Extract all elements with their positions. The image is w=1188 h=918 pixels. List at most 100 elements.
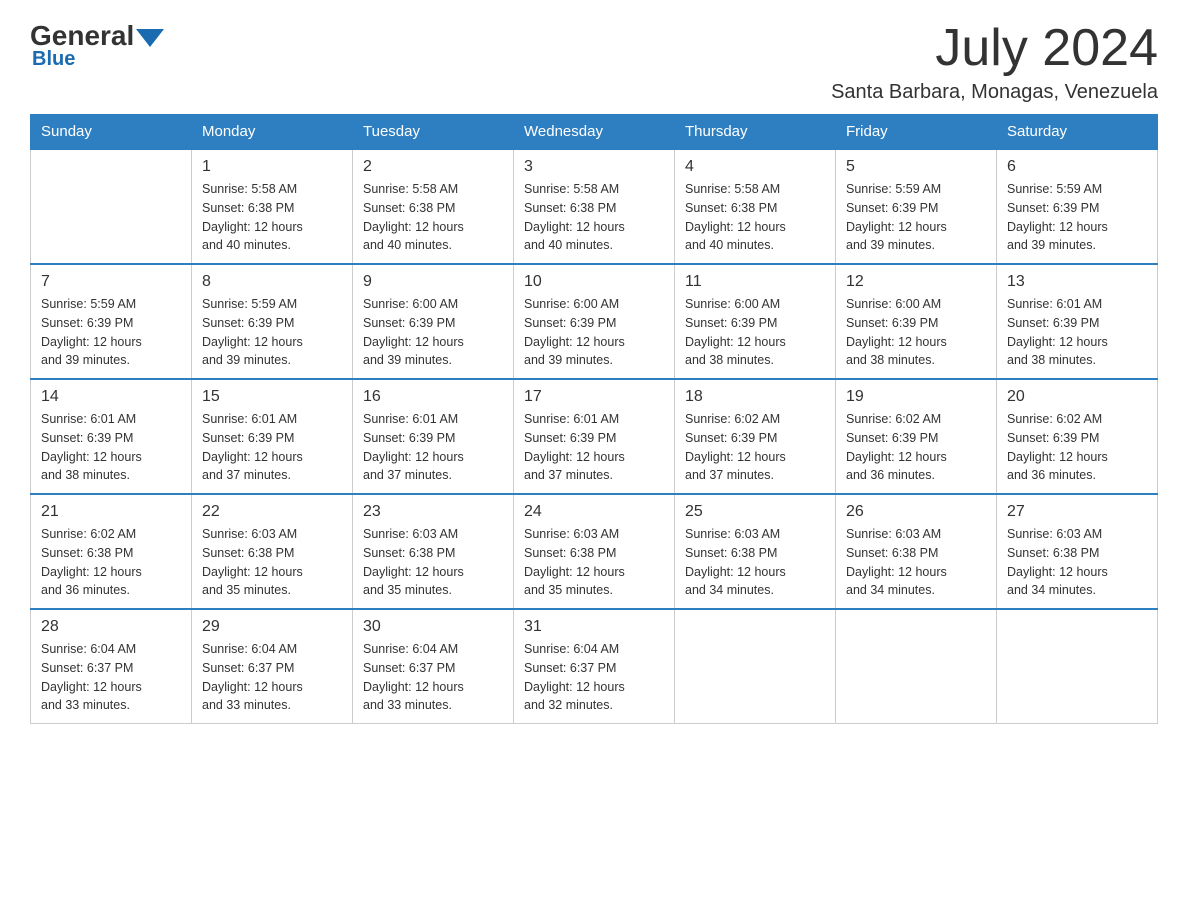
- calendar-cell-w4-d6: 27 Sunrise: 6:03 AMSunset: 6:38 PMDayligh…: [997, 494, 1158, 609]
- day-number: 20: [1007, 388, 1147, 406]
- day-number: 13: [1007, 273, 1147, 291]
- day-info: Sunrise: 6:00 AMSunset: 6:39 PMDaylight:…: [685, 295, 825, 370]
- logo: General Blue: [30, 20, 164, 71]
- day-info: Sunrise: 6:03 AMSunset: 6:38 PMDaylight:…: [1007, 525, 1147, 600]
- day-info: Sunrise: 6:01 AMSunset: 6:39 PMDaylight:…: [363, 410, 503, 485]
- calendar-cell-w3-d2: 16 Sunrise: 6:01 AMSunset: 6:39 PMDayligh…: [353, 379, 514, 494]
- day-info: Sunrise: 6:03 AMSunset: 6:38 PMDaylight:…: [846, 525, 986, 600]
- calendar-cell-w2-d4: 11 Sunrise: 6:00 AMSunset: 6:39 PMDayligh…: [675, 264, 836, 379]
- day-number: 5: [846, 158, 986, 176]
- day-info: Sunrise: 5:59 AMSunset: 6:39 PMDaylight:…: [846, 180, 986, 255]
- day-info: Sunrise: 6:02 AMSunset: 6:39 PMDaylight:…: [1007, 410, 1147, 485]
- day-number: 9: [363, 273, 503, 291]
- day-number: 17: [524, 388, 664, 406]
- day-info: Sunrise: 6:01 AMSunset: 6:39 PMDaylight:…: [41, 410, 181, 485]
- day-number: 24: [524, 503, 664, 521]
- day-info: Sunrise: 6:02 AMSunset: 6:39 PMDaylight:…: [846, 410, 986, 485]
- day-number: 2: [363, 158, 503, 176]
- calendar-cell-w4-d2: 23 Sunrise: 6:03 AMSunset: 6:38 PMDayligh…: [353, 494, 514, 609]
- day-number: 11: [685, 273, 825, 291]
- day-number: 12: [846, 273, 986, 291]
- week-row-2: 7 Sunrise: 5:59 AMSunset: 6:39 PMDaylight…: [31, 264, 1158, 379]
- day-info: Sunrise: 6:04 AMSunset: 6:37 PMDaylight:…: [363, 640, 503, 715]
- calendar-cell-w5-d3: 31Sunrise: 6:04 AMSunset: 6:37 PMDayligh…: [514, 609, 675, 724]
- day-number: 7: [41, 273, 181, 291]
- day-number: 27: [1007, 503, 1147, 521]
- day-info: Sunrise: 6:04 AMSunset: 6:37 PMDaylight:…: [202, 640, 342, 715]
- calendar-cell-w5-d4: [675, 609, 836, 724]
- day-info: Sunrise: 6:03 AMSunset: 6:38 PMDaylight:…: [202, 525, 342, 600]
- day-number: 25: [685, 503, 825, 521]
- calendar-cell-w3-d5: 19 Sunrise: 6:02 AMSunset: 6:39 PMDayligh…: [836, 379, 997, 494]
- col-saturday: Saturday: [997, 115, 1158, 150]
- col-thursday: Thursday: [675, 115, 836, 150]
- day-number: 23: [363, 503, 503, 521]
- day-info: Sunrise: 6:00 AMSunset: 6:39 PMDaylight:…: [524, 295, 664, 370]
- calendar-cell-w4-d5: 26 Sunrise: 6:03 AMSunset: 6:38 PMDayligh…: [836, 494, 997, 609]
- calendar-cell-w1-d0: [31, 149, 192, 264]
- day-info: Sunrise: 5:58 AMSunset: 6:38 PMDaylight:…: [685, 180, 825, 255]
- calendar-cell-w2-d6: 13Sunrise: 6:01 AMSunset: 6:39 PMDayligh…: [997, 264, 1158, 379]
- day-info: Sunrise: 5:59 AMSunset: 6:39 PMDaylight:…: [1007, 180, 1147, 255]
- day-number: 1: [202, 158, 342, 176]
- calendar-cell-w2-d5: 12 Sunrise: 6:00 AMSunset: 6:39 PMDayligh…: [836, 264, 997, 379]
- day-number: 19: [846, 388, 986, 406]
- calendar-cell-w2-d1: 8Sunrise: 5:59 AMSunset: 6:39 PMDaylight…: [192, 264, 353, 379]
- week-row-3: 14Sunrise: 6:01 AMSunset: 6:39 PMDayligh…: [31, 379, 1158, 494]
- day-info: Sunrise: 6:01 AMSunset: 6:39 PMDaylight:…: [524, 410, 664, 485]
- calendar-cell-w2-d2: 9Sunrise: 6:00 AMSunset: 6:39 PMDaylight…: [353, 264, 514, 379]
- calendar-cell-w1-d3: 3 Sunrise: 5:58 AMSunset: 6:38 PMDaylight…: [514, 149, 675, 264]
- calendar-cell-w5-d1: 29Sunrise: 6:04 AMSunset: 6:37 PMDayligh…: [192, 609, 353, 724]
- calendar-cell-w3-d4: 18 Sunrise: 6:02 AMSunset: 6:39 PMDayligh…: [675, 379, 836, 494]
- calendar-cell-w5-d5: [836, 609, 997, 724]
- day-number: 28: [41, 618, 181, 636]
- col-wednesday: Wednesday: [514, 115, 675, 150]
- calendar-cell-w5-d0: 28Sunrise: 6:04 AMSunset: 6:37 PMDayligh…: [31, 609, 192, 724]
- day-number: 22: [202, 503, 342, 521]
- week-row-5: 28 Sunrise: 6:04 AMSunset: 6:37 PMDayligh…: [31, 609, 1158, 724]
- calendar-cell-w2-d3: 10 Sunrise: 6:00 AMSunset: 6:39 PMDayligh…: [514, 264, 675, 379]
- day-number: 18: [685, 388, 825, 406]
- location: Santa Barbara, Monagas, Venezuela: [831, 81, 1158, 104]
- day-info: Sunrise: 5:58 AMSunset: 6:38 PMDaylight:…: [524, 180, 664, 255]
- calendar-cell-w3-d3: 17 Sunrise: 6:01 AMSunset: 6:39 PMDayligh…: [514, 379, 675, 494]
- day-info: Sunrise: 6:04 AMSunset: 6:37 PMDaylight:…: [524, 640, 664, 715]
- calendar-cell-w1-d1: 1Sunrise: 5:58 AMSunset: 6:38 PMDaylight…: [192, 149, 353, 264]
- day-number: 3: [524, 158, 664, 176]
- day-info: Sunrise: 6:03 AMSunset: 6:38 PMDaylight:…: [685, 525, 825, 600]
- day-info: Sunrise: 6:03 AMSunset: 6:38 PMDaylight:…: [363, 525, 503, 600]
- calendar-cell-w1-d2: 2 Sunrise: 5:58 AMSunset: 6:38 PMDaylight…: [353, 149, 514, 264]
- day-number: 30: [363, 618, 503, 636]
- day-number: 4: [685, 158, 825, 176]
- calendar-cell-w5-d6: [997, 609, 1158, 724]
- logo-triangle-icon: [136, 29, 164, 47]
- day-number: 21: [41, 503, 181, 521]
- calendar-cell-w3-d0: 14Sunrise: 6:01 AMSunset: 6:39 PMDayligh…: [31, 379, 192, 494]
- calendar-cell-w4-d3: 24 Sunrise: 6:03 AMSunset: 6:38 PMDayligh…: [514, 494, 675, 609]
- calendar-header-row: Sunday Monday Tuesday Wednesday Thursday…: [31, 115, 1158, 150]
- day-info: Sunrise: 6:02 AMSunset: 6:38 PMDaylight:…: [41, 525, 181, 600]
- day-info: Sunrise: 6:00 AMSunset: 6:39 PMDaylight:…: [846, 295, 986, 370]
- calendar-cell-w3-d6: 20 Sunrise: 6:02 AMSunset: 6:39 PMDayligh…: [997, 379, 1158, 494]
- week-row-1: 1 Sunrise: 5:58 AMSunset: 6:38 PMDaylight…: [31, 149, 1158, 264]
- day-info: Sunrise: 6:02 AMSunset: 6:39 PMDaylight:…: [685, 410, 825, 485]
- day-number: 10: [524, 273, 664, 291]
- day-number: 8: [202, 273, 342, 291]
- calendar-table: Sunday Monday Tuesday Wednesday Thursday…: [30, 114, 1158, 724]
- day-number: 16: [363, 388, 503, 406]
- calendar-cell-w1-d5: 5 Sunrise: 5:59 AMSunset: 6:39 PMDaylight…: [836, 149, 997, 264]
- calendar-cell-w5-d2: 30 Sunrise: 6:04 AMSunset: 6:37 PMDayligh…: [353, 609, 514, 724]
- calendar-cell-w1-d6: 6Sunrise: 5:59 AMSunset: 6:39 PMDaylight…: [997, 149, 1158, 264]
- day-info: Sunrise: 5:59 AMSunset: 6:39 PMDaylight:…: [41, 295, 181, 370]
- day-info: Sunrise: 5:58 AMSunset: 6:38 PMDaylight:…: [363, 180, 503, 255]
- calendar-cell-w2-d0: 7 Sunrise: 5:59 AMSunset: 6:39 PMDaylight…: [31, 264, 192, 379]
- calendar-cell-w3-d1: 15Sunrise: 6:01 AMSunset: 6:39 PMDayligh…: [192, 379, 353, 494]
- month-title: July 2024: [831, 20, 1158, 77]
- title-section: July 2024 Santa Barbara, Monagas, Venezu…: [831, 20, 1158, 104]
- day-info: Sunrise: 6:03 AMSunset: 6:38 PMDaylight:…: [524, 525, 664, 600]
- col-monday: Monday: [192, 115, 353, 150]
- day-number: 26: [846, 503, 986, 521]
- logo-blue-text: Blue: [30, 48, 75, 71]
- col-tuesday: Tuesday: [353, 115, 514, 150]
- col-friday: Friday: [836, 115, 997, 150]
